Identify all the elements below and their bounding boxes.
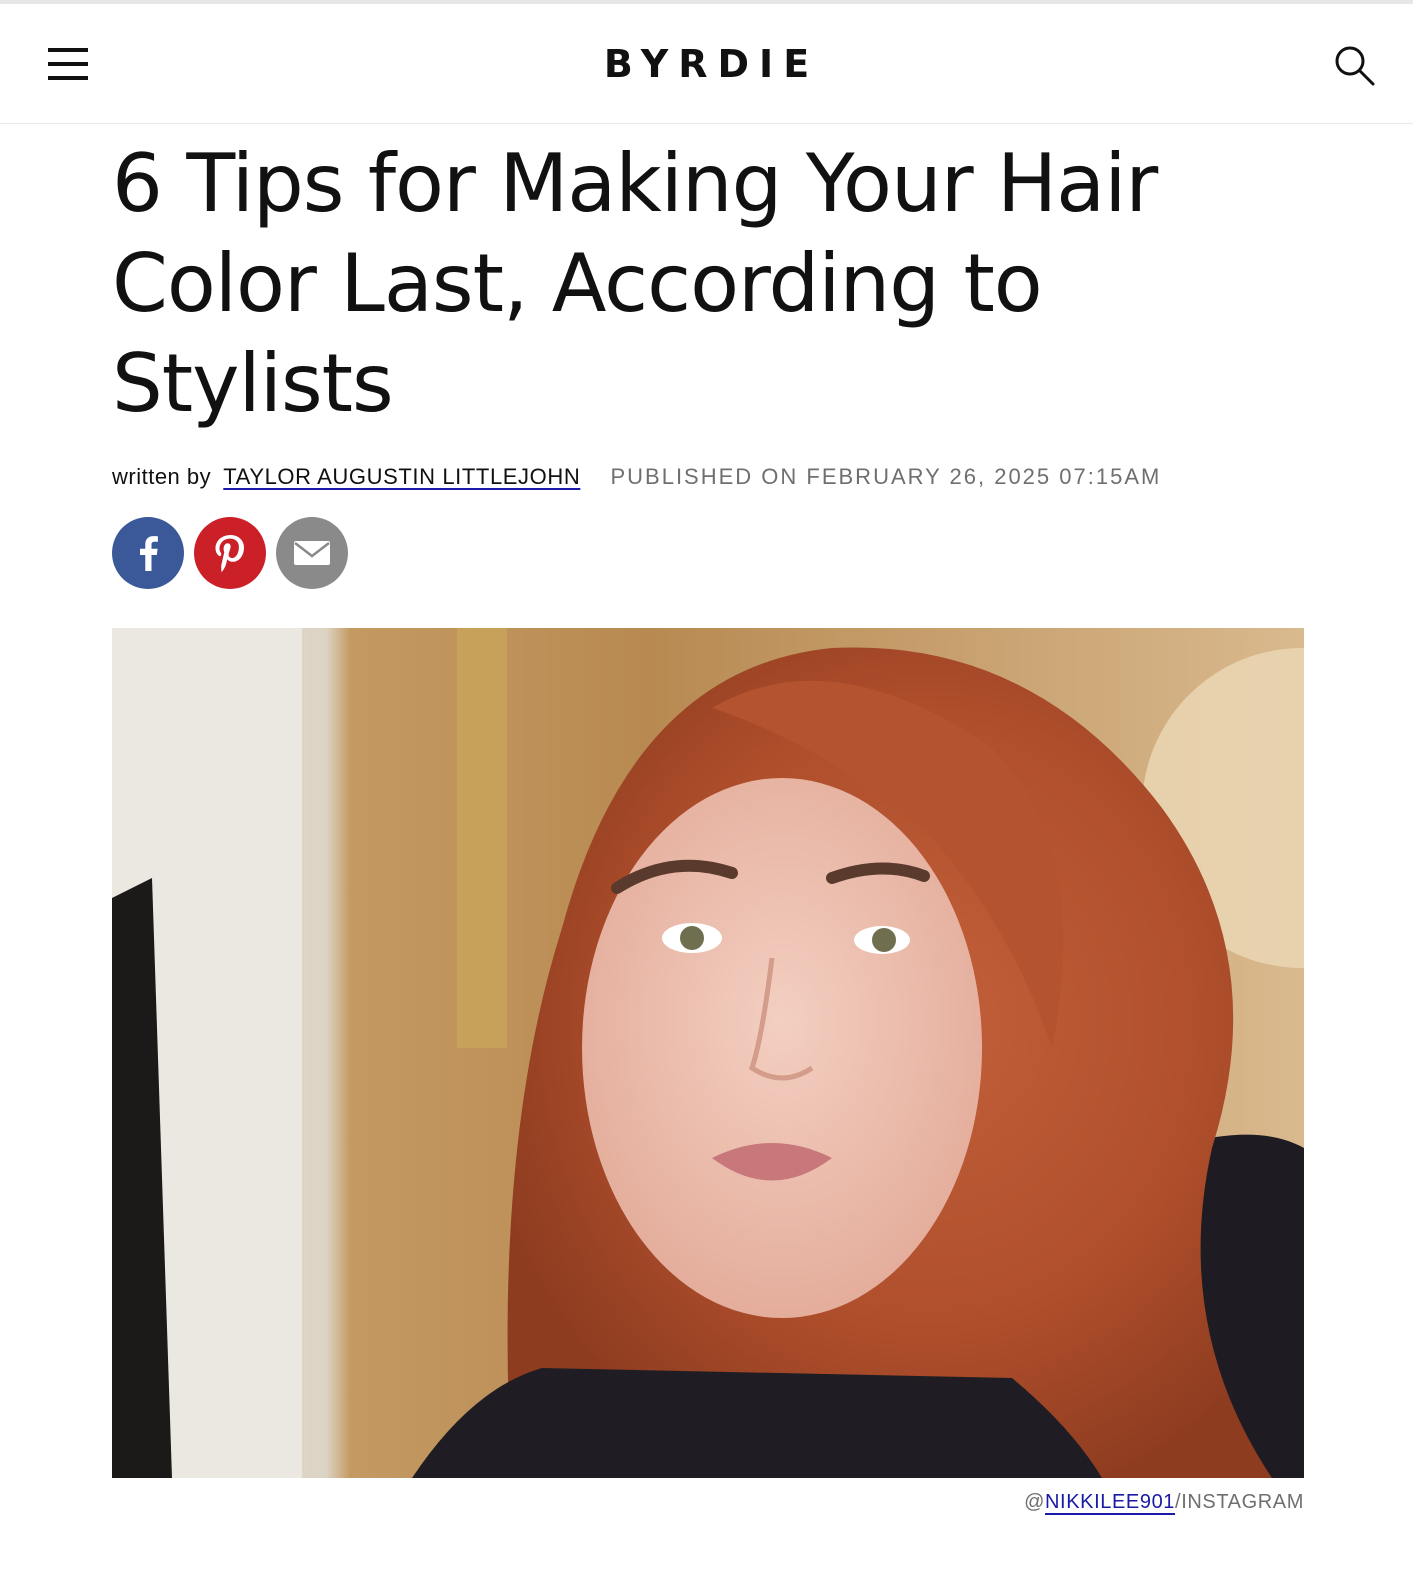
email-icon (294, 541, 330, 565)
article-title-line: Stylists (112, 337, 394, 430)
published-date: PUBLISHED ON FEBRUARY 26, 2025 07:15AM (610, 464, 1162, 489)
hero-image (112, 628, 1304, 1478)
pinterest-share-button[interactable] (194, 517, 266, 589)
byline: written by TAYLOR AUGUSTIN LITTLEJOHN PU… (112, 462, 1304, 492)
caption-suffix: /INSTAGRAM (1175, 1491, 1304, 1513)
facebook-icon (140, 536, 158, 571)
article: 6 Tips for Making Your Hair Color Last, … (112, 124, 1304, 1513)
search-icon[interactable] (1333, 44, 1377, 88)
pinterest-icon (215, 535, 244, 572)
article-title: 6 Tips for Making Your Hair Color Last, … (112, 124, 1304, 434)
site-header: BYRDIE (0, 4, 1413, 124)
article-title-line: 6 Tips for Making Your Hair (112, 137, 1158, 230)
email-share-button[interactable] (276, 517, 348, 589)
article-title-line: Color Last, According to (112, 237, 1043, 330)
image-caption: @NIKKILEE901/INSTAGRAM (112, 1488, 1304, 1516)
caption-prefix: @ (1024, 1491, 1046, 1513)
byline-prefix: written by (112, 464, 212, 489)
facebook-share-button[interactable] (112, 517, 184, 589)
author-link[interactable]: TAYLOR AUGUSTIN LITTLEJOHN (223, 464, 580, 489)
hero-photo (112, 628, 1304, 1478)
site-logo[interactable]: BYRDIE (0, 42, 1413, 86)
caption-handle-link[interactable]: NIKKILEE901 (1045, 1491, 1175, 1513)
